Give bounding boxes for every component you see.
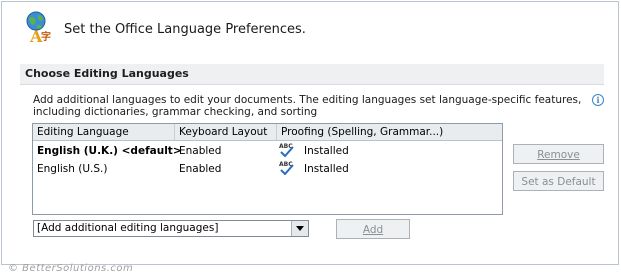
language-preferences-panel: A 字 Set the Office Language Preferences.… bbox=[1, 1, 619, 265]
keyboard-cell: Enabled bbox=[179, 145, 222, 157]
add-button[interactable]: Add bbox=[336, 219, 410, 239]
column-header-keyboard-layout[interactable]: Keyboard Layout bbox=[175, 124, 277, 140]
table-row[interactable]: English (U.S.) Enabled ABC Installed bbox=[33, 160, 502, 178]
proofing-cell: Installed bbox=[304, 145, 349, 157]
remove-button[interactable]: Remove bbox=[513, 144, 604, 164]
column-header-proofing[interactable]: Proofing (Spelling, Grammar...) bbox=[277, 124, 502, 140]
table-header: Editing Language Keyboard Layout Proofin… bbox=[33, 124, 502, 141]
spellcheck-icon: ABC bbox=[279, 142, 295, 158]
remove-button-label: Remove bbox=[537, 149, 580, 161]
spellcheck-icon: ABC bbox=[279, 160, 295, 176]
page-title: Set the Office Language Preferences. bbox=[64, 22, 306, 37]
info-icon[interactable]: i bbox=[592, 94, 604, 106]
globe-language-icon: A 字 bbox=[24, 10, 54, 46]
section-description: Add additional languages to edit your do… bbox=[33, 94, 582, 118]
watermark: © BetterSolutions.com bbox=[8, 263, 134, 274]
svg-text:字: 字 bbox=[41, 30, 51, 43]
proofing-cell: Installed bbox=[304, 163, 349, 175]
set-as-default-button[interactable]: Set as Default bbox=[513, 171, 604, 191]
keyboard-cell: Enabled bbox=[179, 163, 222, 175]
column-header-editing-language[interactable]: Editing Language bbox=[33, 124, 175, 140]
language-cell: English (U.K.) <default> bbox=[37, 145, 182, 157]
chevron-down-icon[interactable] bbox=[291, 221, 308, 236]
dropdown-value: [Add additional editing languages] bbox=[37, 222, 219, 234]
editing-languages-table[interactable]: Editing Language Keyboard Layout Proofin… bbox=[32, 123, 503, 215]
add-language-dropdown[interactable]: [Add additional editing languages] bbox=[33, 220, 309, 237]
section-header: Choose Editing Languages bbox=[20, 64, 604, 85]
add-button-label: Add bbox=[362, 224, 384, 236]
table-row[interactable]: English (U.K.) <default> Enabled ABC Ins… bbox=[33, 142, 502, 160]
section-title: Choose Editing Languages bbox=[25, 67, 189, 80]
language-cell: English (U.S.) bbox=[37, 163, 108, 175]
